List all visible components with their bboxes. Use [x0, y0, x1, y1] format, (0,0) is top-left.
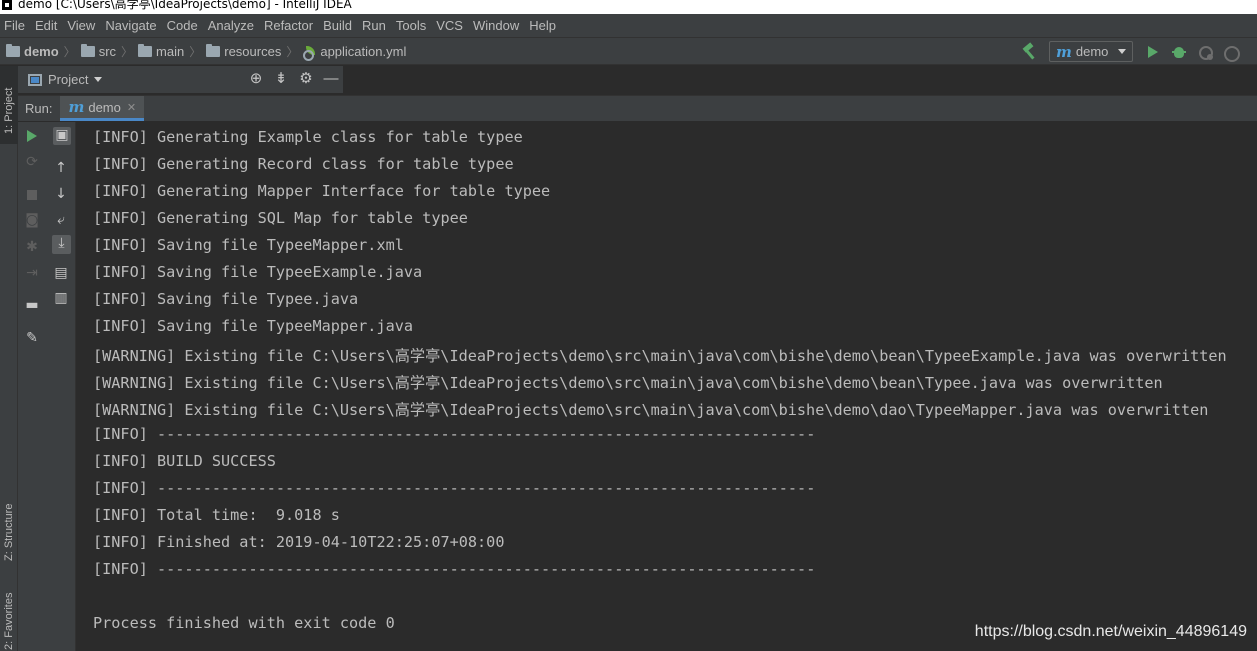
- menu-window[interactable]: Window: [473, 18, 519, 33]
- menu-vcs[interactable]: VCS: [436, 18, 463, 33]
- console-output[interactable]: [INFO] Generating Example class for tabl…: [76, 122, 1257, 651]
- print-icon[interactable]: ▤: [53, 265, 69, 281]
- project-icon: [28, 73, 42, 86]
- console-line: [INFO] BUILD SUCCESS: [93, 452, 276, 470]
- folder-icon: [80, 43, 95, 57]
- run-configuration-select[interactable]: m demo: [1049, 41, 1133, 62]
- pin-icon[interactable]: ✎: [24, 330, 40, 346]
- editor-area: [343, 66, 1257, 95]
- menu-analyze[interactable]: Analyze: [208, 18, 254, 33]
- settings-icon[interactable]: ✱: [24, 239, 40, 255]
- run-toolbar-secondary: ▣ ↑ ↓ ⤶ ⤓ ▤ ▥: [46, 122, 76, 651]
- menu-help[interactable]: Help: [529, 18, 556, 33]
- menu-build[interactable]: Build: [323, 18, 352, 33]
- left-tool-strip: 1: Project Z: Structure 2: Favorites: [0, 66, 18, 651]
- locate-icon[interactable]: ⊕: [248, 71, 264, 87]
- folder-icon: [138, 43, 153, 57]
- console-line: [INFO] Generating Example class for tabl…: [93, 128, 523, 146]
- exit-icon[interactable]: ⇥: [24, 265, 40, 281]
- project-panel-header: Project ⊕ ⇟ ⚙ —: [18, 66, 343, 93]
- soft-wrap-icon[interactable]: ⤶: [53, 212, 69, 228]
- console-line: [INFO] Saving file TypeeMapper.java: [93, 317, 414, 335]
- menu-edit[interactable]: Edit: [35, 18, 57, 33]
- tab-favorites[interactable]: 2: Favorites: [0, 586, 18, 651]
- menu-view[interactable]: View: [67, 18, 95, 33]
- breadcrumb: demo 〉 src 〉 main 〉 resources 〉 applicat…: [6, 42, 406, 61]
- layout-icon[interactable]: ▬: [24, 297, 40, 313]
- arrow-up-icon[interactable]: ↑: [53, 160, 69, 176]
- window-title-bar: demo [C:\Users\高学亭\IdeaProjects\demo] - …: [0, 0, 1257, 14]
- breadcrumb-src[interactable]: src: [80, 43, 116, 59]
- run-tab-demo[interactable]: m demo ✕: [60, 96, 145, 121]
- console-line: [INFO] ---------------------------------…: [93, 425, 816, 443]
- rerun-failed-icon[interactable]: ⟳: [24, 154, 40, 170]
- console-line: [INFO] ---------------------------------…: [93, 479, 816, 497]
- scroll-to-end-icon[interactable]: ⤓: [52, 235, 71, 254]
- minimize-icon[interactable]: —: [323, 71, 339, 87]
- console-line: [INFO] Saving file Typee.java: [93, 290, 359, 308]
- breadcrumb-application-yml[interactable]: application.yml: [303, 44, 406, 61]
- console-line: [INFO] Saving file TypeeMapper.xml: [93, 236, 404, 254]
- debug-button[interactable]: [1171, 44, 1187, 60]
- console-line: [INFO] Finished at: 2019-04-10T22:25:07+…: [93, 533, 505, 551]
- window-title: demo [C:\Users\高学亭\IdeaProjects\demo] - …: [18, 0, 352, 11]
- close-icon[interactable]: ✕: [127, 101, 136, 114]
- coverage-button[interactable]: [1197, 44, 1213, 60]
- chevron-right-icon: 〉: [189, 44, 202, 59]
- menu-run[interactable]: Run: [362, 18, 386, 33]
- gear-icon[interactable]: ⚙: [298, 71, 314, 87]
- console-line: [WARNING] Existing file C:\Users\高学亭\Ide…: [93, 374, 1163, 392]
- menu-navigate[interactable]: Navigate: [105, 18, 156, 33]
- project-view-selector[interactable]: Project: [48, 72, 88, 87]
- maven-icon: m: [1056, 42, 1072, 61]
- run-panel-header: Run: m demo ✕: [18, 95, 1257, 121]
- breadcrumb-resources[interactable]: resources: [206, 43, 281, 59]
- console-line: [INFO] Generating Mapper Interface for t…: [93, 182, 551, 200]
- chevron-down-icon[interactable]: [94, 77, 103, 82]
- navigation-bar: demo 〉 src 〉 main 〉 resources 〉 applicat…: [0, 37, 1257, 65]
- console-line: [WARNING] Existing file C:\Users\高学亭\Ide…: [93, 401, 1209, 419]
- breadcrumb-demo[interactable]: demo: [6, 43, 59, 59]
- intellij-icon: [2, 0, 12, 10]
- rerun-icon[interactable]: [24, 128, 40, 144]
- menu-bar: File Edit View Navigate Code Analyze Ref…: [0, 14, 1257, 37]
- console-line: [INFO] Generating SQL Map for table type…: [93, 209, 468, 227]
- console-line: Process finished with exit code 0: [93, 614, 395, 632]
- menu-code[interactable]: Code: [167, 18, 198, 33]
- console-line: [INFO] ---------------------------------…: [93, 560, 816, 578]
- resources-folder-icon: [206, 43, 221, 57]
- stop-icon[interactable]: [24, 187, 40, 203]
- camera-icon[interactable]: ◙: [24, 212, 40, 228]
- maven-icon: m: [68, 98, 85, 116]
- tab-structure[interactable]: Z: Structure: [0, 466, 18, 566]
- menu-tools[interactable]: Tools: [396, 18, 426, 33]
- tab-project[interactable]: 1: Project: [0, 66, 18, 144]
- tree-view-icon[interactable]: ▣: [53, 127, 71, 145]
- console-line: [WARNING] Existing file C:\Users\高学亭\Ide…: [93, 347, 1227, 365]
- menu-refactor[interactable]: Refactor: [264, 18, 313, 33]
- trash-icon[interactable]: ▥: [53, 290, 69, 306]
- breadcrumb-main[interactable]: main: [138, 43, 184, 59]
- chevron-down-icon: [1118, 49, 1126, 54]
- console-line: [INFO] Generating Record class for table…: [93, 155, 514, 173]
- watermark: https://blog.csdn.net/weixin_44896149: [974, 623, 1247, 640]
- run-toolbar-primary: ⟳ ◙ ✱ ⇥ ▬ ✎: [18, 122, 46, 651]
- folder-icon: [6, 43, 20, 57]
- run-toolbar: m demo: [1021, 41, 1249, 62]
- menu-file[interactable]: File: [4, 18, 25, 33]
- chevron-right-icon: 〉: [63, 44, 76, 59]
- run-button[interactable]: [1145, 44, 1161, 60]
- chevron-right-icon: 〉: [121, 44, 134, 59]
- chevron-right-icon: 〉: [286, 44, 299, 59]
- spring-config-icon: [303, 45, 317, 61]
- project-panel-tools: ⊕ ⇟ ⚙ —: [239, 71, 339, 87]
- console-line: [INFO] Total time: 9.018 s: [93, 506, 340, 524]
- profile-button[interactable]: [1223, 44, 1240, 62]
- collapse-all-icon[interactable]: ⇟: [273, 71, 289, 87]
- console-line: [INFO] Saving file TypeeExample.java: [93, 263, 423, 281]
- arrow-down-icon[interactable]: ↓: [53, 186, 69, 202]
- build-hammer-icon[interactable]: [1021, 44, 1037, 60]
